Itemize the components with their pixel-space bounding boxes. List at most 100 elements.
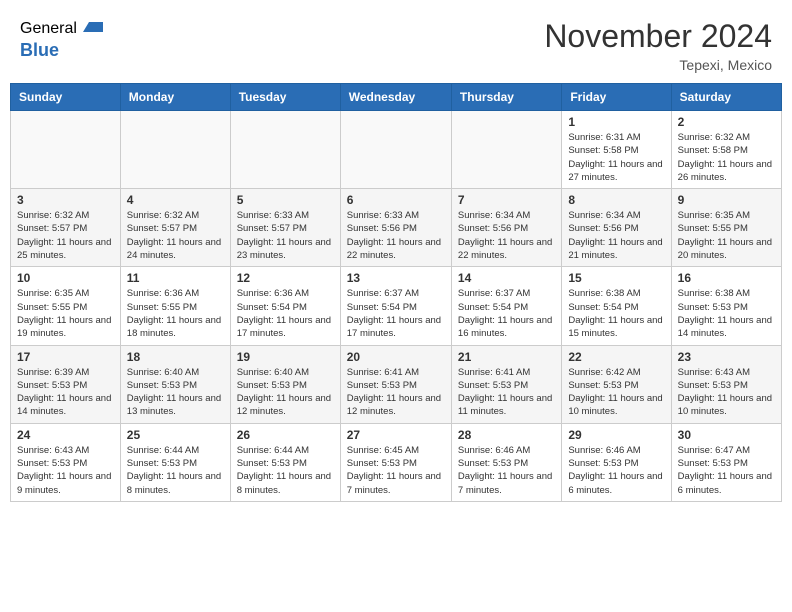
day-number: 28 [458,428,555,442]
day-cell: 1 Sunrise: 6:31 AM Sunset: 5:58 PM Daylig… [562,111,671,189]
day-info: Sunrise: 6:40 AM Sunset: 5:53 PM Dayligh… [127,366,224,419]
day-number: 6 [347,193,445,207]
col-sunday: Sunday [11,84,121,111]
col-monday: Monday [120,84,230,111]
day-cell: 8 Sunrise: 6:34 AM Sunset: 5:56 PM Daylig… [562,189,671,267]
day-number: 30 [678,428,775,442]
week-row-4: 17 Sunrise: 6:39 AM Sunset: 5:53 PM Dayli… [11,345,782,423]
day-info: Sunrise: 6:35 AM Sunset: 5:55 PM Dayligh… [17,287,114,340]
day-info: Sunrise: 6:47 AM Sunset: 5:53 PM Dayligh… [678,444,775,497]
calendar-header-row: Sunday Monday Tuesday Wednesday Thursday… [11,84,782,111]
day-number: 3 [17,193,114,207]
logo-general-text: General [20,20,77,38]
day-number: 4 [127,193,224,207]
day-info: Sunrise: 6:33 AM Sunset: 5:57 PM Dayligh… [237,209,334,262]
day-cell: 6 Sunrise: 6:33 AM Sunset: 5:56 PM Daylig… [340,189,451,267]
week-row-1: 1 Sunrise: 6:31 AM Sunset: 5:58 PM Daylig… [11,111,782,189]
day-cell: 17 Sunrise: 6:39 AM Sunset: 5:53 PM Dayli… [11,345,121,423]
day-info: Sunrise: 6:39 AM Sunset: 5:53 PM Dayligh… [17,366,114,419]
day-cell [340,111,451,189]
day-info: Sunrise: 6:44 AM Sunset: 5:53 PM Dayligh… [127,444,224,497]
day-number: 19 [237,350,334,364]
day-number: 21 [458,350,555,364]
day-cell: 10Sunrise: 6:35 AM Sunset: 5:55 PM Dayli… [11,267,121,345]
col-saturday: Saturday [671,84,781,111]
day-cell: 29 Sunrise: 6:46 AM Sunset: 5:53 PM Dayli… [562,423,671,501]
col-thursday: Thursday [451,84,561,111]
day-number: 12 [237,271,334,285]
day-number: 7 [458,193,555,207]
day-info: Sunrise: 6:31 AM Sunset: 5:58 PM Dayligh… [568,131,664,184]
day-cell: 25 Sunrise: 6:44 AM Sunset: 5:53 PM Dayli… [120,423,230,501]
day-number: 22 [568,350,664,364]
day-number: 20 [347,350,445,364]
day-cell: 21 Sunrise: 6:41 AM Sunset: 5:53 PM Dayli… [451,345,561,423]
day-cell: 18 Sunrise: 6:40 AM Sunset: 5:53 PM Dayli… [120,345,230,423]
day-info: Sunrise: 6:37 AM Sunset: 5:54 PM Dayligh… [458,287,555,340]
day-info: Sunrise: 6:32 AM Sunset: 5:57 PM Dayligh… [17,209,114,262]
day-number: 11 [127,271,224,285]
calendar-table: Sunday Monday Tuesday Wednesday Thursday… [10,83,782,502]
day-info: Sunrise: 6:34 AM Sunset: 5:56 PM Dayligh… [458,209,555,262]
day-number: 25 [127,428,224,442]
day-cell: 11Sunrise: 6:36 AM Sunset: 5:55 PM Dayli… [120,267,230,345]
day-info: Sunrise: 6:45 AM Sunset: 5:53 PM Dayligh… [347,444,445,497]
day-cell: 7 Sunrise: 6:34 AM Sunset: 5:56 PM Daylig… [451,189,561,267]
day-cell: 12 Sunrise: 6:36 AM Sunset: 5:54 PM Dayli… [230,267,340,345]
location: Tepexi, Mexico [544,57,772,73]
day-info: Sunrise: 6:43 AM Sunset: 5:53 PM Dayligh… [17,444,114,497]
day-number: 15 [568,271,664,285]
day-info: Sunrise: 6:38 AM Sunset: 5:54 PM Dayligh… [568,287,664,340]
day-cell: 9 Sunrise: 6:35 AM Sunset: 5:55 PM Daylig… [671,189,781,267]
day-number: 2 [678,115,775,129]
day-cell: 27 Sunrise: 6:45 AM Sunset: 5:53 PM Dayli… [340,423,451,501]
title-area: November 2024 Tepexi, Mexico [544,18,772,73]
day-info: Sunrise: 6:34 AM Sunset: 5:56 PM Dayligh… [568,209,664,262]
day-cell: 19 Sunrise: 6:40 AM Sunset: 5:53 PM Dayli… [230,345,340,423]
day-cell: 20Sunrise: 6:41 AM Sunset: 5:53 PM Dayli… [340,345,451,423]
day-cell: 26 Sunrise: 6:44 AM Sunset: 5:53 PM Dayli… [230,423,340,501]
day-number: 8 [568,193,664,207]
page-header: General Blue November 2024 Tepexi, Mexic… [0,0,792,83]
day-cell: 28 Sunrise: 6:46 AM Sunset: 5:53 PM Dayli… [451,423,561,501]
day-info: Sunrise: 6:32 AM Sunset: 5:58 PM Dayligh… [678,131,775,184]
day-info: Sunrise: 6:46 AM Sunset: 5:53 PM Dayligh… [458,444,555,497]
day-number: 26 [237,428,334,442]
week-row-2: 3 Sunrise: 6:32 AM Sunset: 5:57 PM Daylig… [11,189,782,267]
day-info: Sunrise: 6:32 AM Sunset: 5:57 PM Dayligh… [127,209,224,262]
day-number: 13 [347,271,445,285]
day-number: 17 [17,350,114,364]
day-cell: 5Sunrise: 6:33 AM Sunset: 5:57 PM Daylig… [230,189,340,267]
logo: General Blue [20,18,103,61]
day-info: Sunrise: 6:37 AM Sunset: 5:54 PM Dayligh… [347,287,445,340]
day-info: Sunrise: 6:42 AM Sunset: 5:53 PM Dayligh… [568,366,664,419]
day-cell [120,111,230,189]
day-number: 14 [458,271,555,285]
day-info: Sunrise: 6:33 AM Sunset: 5:56 PM Dayligh… [347,209,445,262]
day-cell: 13 Sunrise: 6:37 AM Sunset: 5:54 PM Dayli… [340,267,451,345]
day-info: Sunrise: 6:35 AM Sunset: 5:55 PM Dayligh… [678,209,775,262]
day-cell [11,111,121,189]
day-info: Sunrise: 6:41 AM Sunset: 5:53 PM Dayligh… [458,366,555,419]
day-cell [230,111,340,189]
day-cell: 2 Sunrise: 6:32 AM Sunset: 5:58 PM Daylig… [671,111,781,189]
day-number: 9 [678,193,775,207]
day-cell: 30 Sunrise: 6:47 AM Sunset: 5:53 PM Dayli… [671,423,781,501]
col-tuesday: Tuesday [230,84,340,111]
day-info: Sunrise: 6:40 AM Sunset: 5:53 PM Dayligh… [237,366,334,419]
day-number: 27 [347,428,445,442]
day-info: Sunrise: 6:44 AM Sunset: 5:53 PM Dayligh… [237,444,334,497]
day-number: 18 [127,350,224,364]
col-friday: Friday [562,84,671,111]
logo-icon [81,18,103,40]
day-number: 16 [678,271,775,285]
logo-blue-text: Blue [20,40,59,60]
calendar-wrapper: Sunday Monday Tuesday Wednesday Thursday… [0,83,792,512]
month-title: November 2024 [544,18,772,55]
day-info: Sunrise: 6:36 AM Sunset: 5:54 PM Dayligh… [237,287,334,340]
day-number: 1 [568,115,664,129]
day-info: Sunrise: 6:43 AM Sunset: 5:53 PM Dayligh… [678,366,775,419]
day-number: 29 [568,428,664,442]
day-info: Sunrise: 6:46 AM Sunset: 5:53 PM Dayligh… [568,444,664,497]
day-cell: 14 Sunrise: 6:37 AM Sunset: 5:54 PM Dayli… [451,267,561,345]
